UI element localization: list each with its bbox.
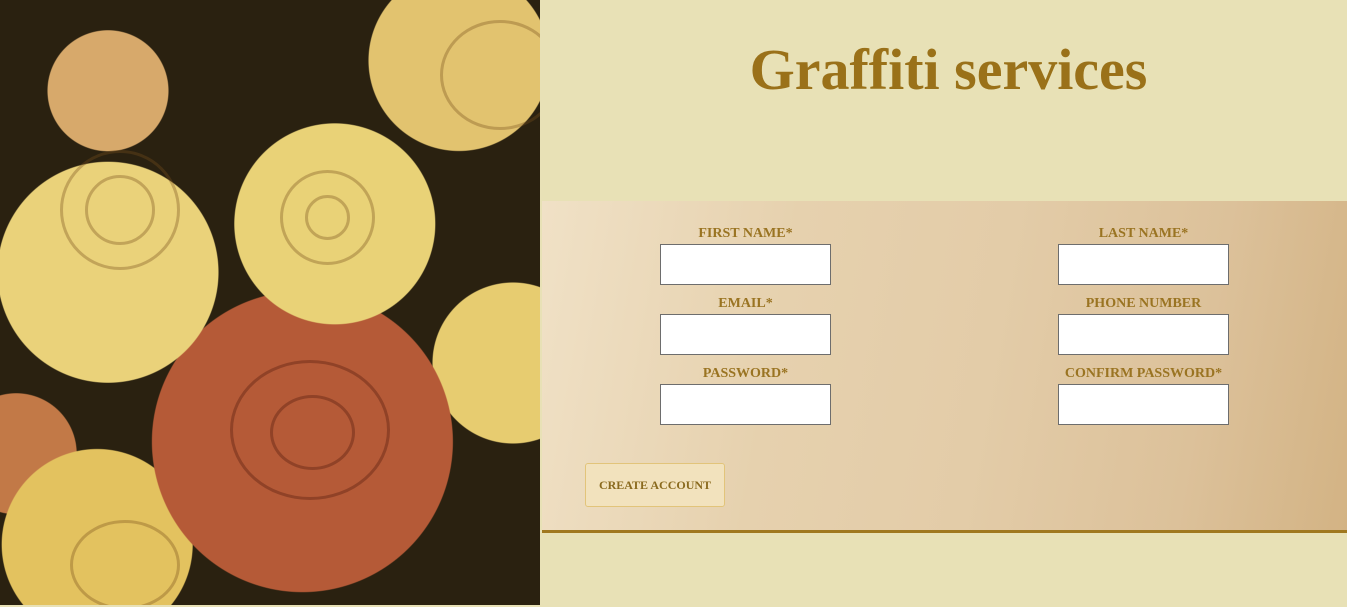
first-name-group: FIRST NAME* [660, 225, 831, 285]
right-panel: Graffiti services FIRST NAME* LAST NAME*… [540, 0, 1347, 607]
confirm-password-label: CONFIRM PASSWORD* [1064, 366, 1223, 381]
rose-petal-detail [85, 175, 155, 245]
email-group: EMAIL* [660, 295, 831, 355]
create-account-button[interactable]: CREATE ACCOUNT [585, 463, 725, 507]
confirm-password-input[interactable] [1058, 384, 1229, 425]
confirm-password-group: CONFIRM PASSWORD* [1058, 365, 1229, 425]
rose-petal-detail [270, 395, 355, 470]
last-name-group: LAST NAME* [1058, 225, 1229, 285]
rose-petal-detail [70, 520, 180, 605]
password-label: PASSWORD* [702, 366, 789, 381]
phone-label: PHONE NUMBER [1085, 296, 1202, 311]
email-input[interactable] [660, 314, 831, 355]
page: Graffiti services FIRST NAME* LAST NAME*… [0, 0, 1347, 607]
first-name-input[interactable] [660, 244, 831, 285]
rose-petal-detail [440, 20, 540, 130]
password-input[interactable] [660, 384, 831, 425]
first-name-label: FIRST NAME* [698, 226, 793, 241]
phone-input[interactable] [1058, 314, 1229, 355]
roses-image [0, 0, 540, 605]
phone-group: PHONE NUMBER [1058, 295, 1229, 355]
page-title: Graffiti services [749, 37, 1148, 102]
password-group: PASSWORD* [660, 365, 831, 425]
last-name-input[interactable] [1058, 244, 1229, 285]
email-label: EMAIL* [718, 296, 773, 311]
signup-form: FIRST NAME* LAST NAME* EMAIL* PHONE NUMB… [542, 201, 1347, 533]
last-name-label: LAST NAME* [1098, 226, 1189, 241]
rose-petal-detail [305, 195, 350, 240]
